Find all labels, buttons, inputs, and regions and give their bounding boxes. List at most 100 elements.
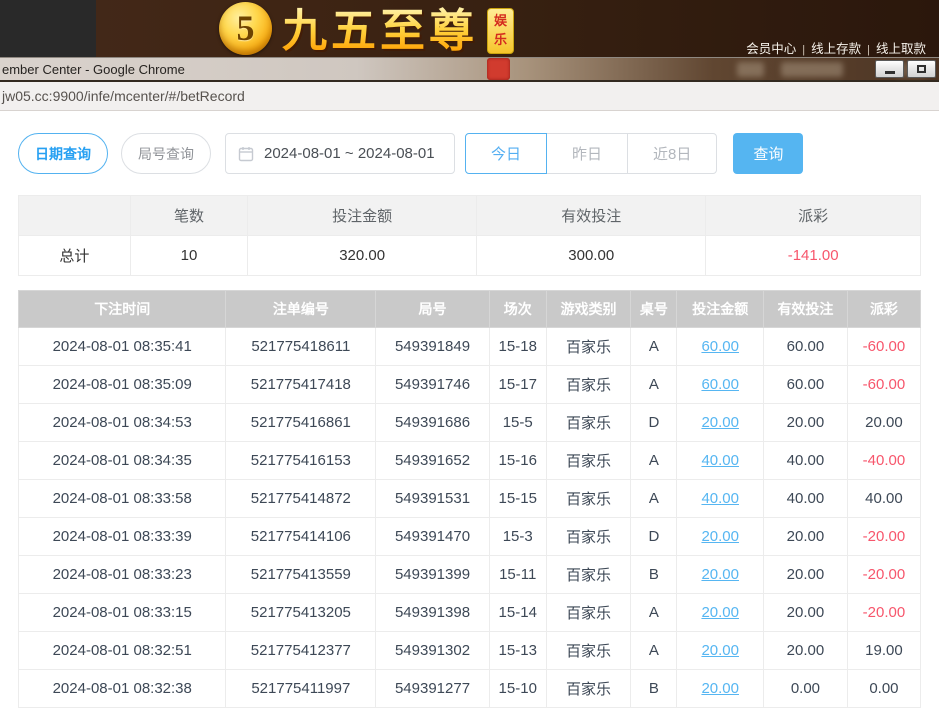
site-header: 5 九五至尊 娱 乐 会员中心|线上存款|线上取款 bbox=[0, 0, 939, 57]
quick-yesterday-button[interactable]: 昨日 bbox=[546, 133, 628, 174]
cell-order-no: 521775413205 bbox=[226, 594, 376, 632]
table-row: 2024-08-01 08:33:15 521775413205 5493913… bbox=[19, 594, 921, 632]
cell-session: 15-11 bbox=[489, 556, 546, 594]
cell-order-no: 521775414872 bbox=[226, 480, 376, 518]
cell-session: 15-18 bbox=[489, 328, 546, 366]
minimize-icon bbox=[885, 71, 895, 74]
bet-amount-link[interactable]: 20.00 bbox=[701, 414, 739, 431]
url-text[interactable]: jw05.cc:9900/infe/mcenter/#/betRecord bbox=[2, 88, 245, 104]
quick-today-button[interactable]: 今日 bbox=[465, 133, 547, 174]
date-query-tab[interactable]: 日期查询 bbox=[18, 133, 108, 174]
cell-round-no: 549391746 bbox=[376, 366, 490, 404]
search-button[interactable]: 查询 bbox=[733, 133, 803, 174]
cell-order-no: 521775416153 bbox=[226, 442, 376, 480]
filter-bar: 日期查询 局号查询 2024-08-01 ~ 2024-08-01 今日 昨日 … bbox=[18, 133, 921, 174]
cell-bet-time: 2024-08-01 08:35:41 bbox=[19, 328, 226, 366]
date-range-input[interactable]: 2024-08-01 ~ 2024-08-01 bbox=[225, 133, 455, 174]
bet-amount-link[interactable]: 40.00 bbox=[701, 452, 739, 469]
window-title: ember Center - Google Chrome bbox=[0, 58, 185, 81]
window-titlebar: ember Center - Google Chrome bbox=[0, 57, 939, 82]
cell-game-type: 百家乐 bbox=[546, 442, 631, 480]
brand-title: 九五至尊 bbox=[282, 2, 478, 57]
cell-session: 15-17 bbox=[489, 366, 546, 404]
col-header-bet-time: 下注时间 bbox=[19, 291, 226, 328]
cell-game-type: 百家乐 bbox=[546, 328, 631, 366]
cell-game-type: 百家乐 bbox=[546, 632, 631, 670]
nav-separator: | bbox=[802, 44, 805, 56]
cell-round-no: 549391849 bbox=[376, 328, 490, 366]
cell-payout: -60.00 bbox=[847, 366, 920, 404]
cell-table-no: B bbox=[631, 670, 677, 708]
address-bar[interactable]: jw05.cc:9900/infe/mcenter/#/betRecord bbox=[0, 82, 939, 111]
col-header-order-no: 注单编号 bbox=[226, 291, 376, 328]
cell-valid-bet: 60.00 bbox=[764, 366, 848, 404]
summary-count: 10 bbox=[130, 236, 247, 276]
cell-payout: 0.00 bbox=[847, 670, 920, 708]
col-header-round-no: 局号 bbox=[376, 291, 490, 328]
cell-bet-time: 2024-08-01 08:33:58 bbox=[19, 480, 226, 518]
brand-badge: 娱 乐 bbox=[487, 8, 514, 54]
cell-table-no: B bbox=[631, 556, 677, 594]
cell-valid-bet: 20.00 bbox=[764, 632, 848, 670]
cell-valid-bet: 40.00 bbox=[764, 442, 848, 480]
summary-header-valid-bet: 有效投注 bbox=[477, 196, 706, 236]
table-row: 2024-08-01 08:32:38 521775411997 5493912… bbox=[19, 670, 921, 708]
bet-amount-link[interactable]: 20.00 bbox=[701, 528, 739, 545]
minimize-button[interactable] bbox=[875, 60, 904, 78]
cell-game-type: 百家乐 bbox=[546, 518, 631, 556]
bet-amount-link[interactable]: 60.00 bbox=[701, 376, 739, 393]
table-row: 2024-08-01 08:34:53 521775416861 5493916… bbox=[19, 404, 921, 442]
cell-table-no: A bbox=[631, 366, 677, 404]
bet-amount-link[interactable]: 20.00 bbox=[701, 566, 739, 583]
bet-amount-link[interactable]: 60.00 bbox=[701, 338, 739, 355]
nav-online-deposit[interactable]: 线上存款 bbox=[811, 42, 861, 56]
round-query-tab[interactable]: 局号查询 bbox=[121, 133, 211, 174]
cell-table-no: A bbox=[631, 442, 677, 480]
cell-bet-time: 2024-08-01 08:33:23 bbox=[19, 556, 226, 594]
maximize-button[interactable] bbox=[907, 60, 936, 78]
cell-round-no: 549391652 bbox=[376, 442, 490, 480]
cell-session: 15-15 bbox=[489, 480, 546, 518]
coin-glyph: 5 bbox=[237, 7, 255, 49]
cell-order-no: 521775417418 bbox=[226, 366, 376, 404]
bet-amount-link[interactable]: 20.00 bbox=[701, 642, 739, 659]
page-content: 日期查询 局号查询 2024-08-01 ~ 2024-08-01 今日 昨日 … bbox=[0, 133, 939, 708]
cell-game-type: 百家乐 bbox=[546, 556, 631, 594]
cell-valid-bet: 60.00 bbox=[764, 328, 848, 366]
cell-session: 15-14 bbox=[489, 594, 546, 632]
cell-bet-time: 2024-08-01 08:32:51 bbox=[19, 632, 226, 670]
maximize-icon bbox=[917, 65, 926, 73]
bet-amount-link[interactable]: 40.00 bbox=[701, 490, 739, 507]
badge-char: 乐 bbox=[494, 31, 507, 50]
table-row: 2024-08-01 08:33:39 521775414106 5493914… bbox=[19, 518, 921, 556]
cell-payout: -60.00 bbox=[847, 328, 920, 366]
table-row: 2024-08-01 08:33:23 521775413559 5493913… bbox=[19, 556, 921, 594]
summary-header-blank bbox=[19, 196, 131, 236]
cell-session: 15-10 bbox=[489, 670, 546, 708]
summary-header-count: 笔数 bbox=[130, 196, 247, 236]
brand-logo: 5 九五至尊 娱 乐 bbox=[219, 2, 514, 57]
cell-round-no: 549391302 bbox=[376, 632, 490, 670]
cell-order-no: 521775411997 bbox=[226, 670, 376, 708]
cell-bet-time: 2024-08-01 08:34:35 bbox=[19, 442, 226, 480]
table-row: 2024-08-01 08:34:35 521775416153 5493916… bbox=[19, 442, 921, 480]
bet-record-table: 下注时间 注单编号 局号 场次 游戏类别 桌号 投注金额 有效投注 派彩 202… bbox=[18, 290, 921, 708]
nav-member-center[interactable]: 会员中心 bbox=[746, 42, 796, 56]
cell-table-no: D bbox=[631, 518, 677, 556]
window-controls bbox=[875, 60, 936, 78]
cell-order-no: 521775413559 bbox=[226, 556, 376, 594]
bet-amount-link[interactable]: 20.00 bbox=[701, 680, 739, 697]
summary-row: 总计 10 320.00 300.00 -141.00 bbox=[19, 236, 921, 276]
corner-box bbox=[0, 0, 96, 57]
bet-amount-link[interactable]: 20.00 bbox=[701, 604, 739, 621]
nav-online-withdraw[interactable]: 线上取款 bbox=[876, 42, 926, 56]
cell-game-type: 百家乐 bbox=[546, 594, 631, 632]
cell-payout: -20.00 bbox=[847, 594, 920, 632]
cell-payout: 40.00 bbox=[847, 480, 920, 518]
red-seal-decoration bbox=[487, 58, 510, 80]
cell-bet-time: 2024-08-01 08:34:53 bbox=[19, 404, 226, 442]
quick-last8days-button[interactable]: 近8日 bbox=[627, 133, 717, 174]
cell-game-type: 百家乐 bbox=[546, 404, 631, 442]
cell-valid-bet: 40.00 bbox=[764, 480, 848, 518]
bet-record-rows: 2024-08-01 08:35:41 521775418611 5493918… bbox=[19, 328, 921, 708]
